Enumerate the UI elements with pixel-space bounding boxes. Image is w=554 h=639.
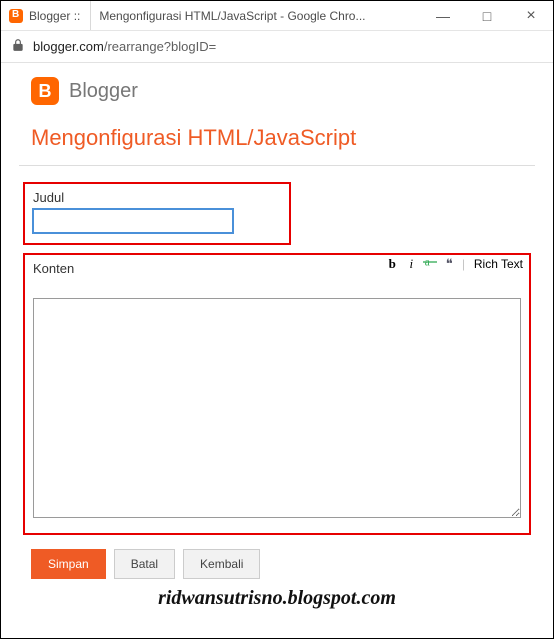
blogger-logo-icon: B: [31, 77, 59, 105]
quote-icon[interactable]: ❝: [441, 256, 457, 272]
toolbar-separator: |: [460, 256, 467, 272]
window-close-button[interactable]: ×: [509, 1, 553, 30]
editor-toolbar: b i a ❝ | Rich Text: [384, 255, 527, 273]
cancel-button[interactable]: Batal: [114, 549, 175, 579]
richtext-toggle[interactable]: Rich Text: [470, 257, 527, 271]
window-maximize-button[interactable]: □: [465, 1, 509, 30]
back-button[interactable]: Kembali: [183, 549, 260, 579]
window-title: Mengonfigurasi HTML/JavaScript - Google …: [91, 9, 421, 23]
italic-icon[interactable]: i: [403, 256, 419, 272]
bold-icon[interactable]: b: [384, 256, 400, 272]
judul-label: Judul: [33, 190, 281, 205]
watermark-text: ridwansutrisno.blogspot.com: [1, 587, 553, 610]
address-bar[interactable]: blogger.com/rearrange?blogID=: [1, 31, 553, 63]
button-row: Simpan Batal Kembali: [31, 549, 553, 579]
browser-tab[interactable]: Blogger ::: [1, 1, 91, 30]
page-content: B Blogger Mengonfigurasi HTML/JavaScript…: [1, 63, 553, 610]
page-title: Mengonfigurasi HTML/JavaScript: [1, 115, 553, 165]
lock-icon: [11, 38, 25, 55]
url-path: /rearrange?blogID=: [104, 39, 216, 54]
blogger-header: B Blogger: [1, 63, 553, 115]
title-section-highlight: Judul: [23, 182, 291, 245]
judul-input[interactable]: [33, 209, 233, 233]
window-titlebar: Blogger :: Mengonfigurasi HTML/JavaScrip…: [1, 1, 553, 31]
tab-label: Blogger ::: [29, 9, 80, 23]
url-text: blogger.com/rearrange?blogID=: [33, 39, 216, 54]
window-minimize-button[interactable]: —: [421, 1, 465, 30]
blogger-favicon: [9, 9, 23, 23]
strikethrough-icon[interactable]: a: [422, 255, 438, 273]
content-section-highlight: Konten b i a ❝ | Rich Text: [23, 253, 531, 535]
blogger-brand-text: Blogger: [69, 80, 138, 103]
url-host: blogger.com: [33, 39, 104, 54]
konten-textarea[interactable]: [33, 298, 521, 518]
divider: [19, 165, 535, 166]
save-button[interactable]: Simpan: [31, 549, 106, 579]
